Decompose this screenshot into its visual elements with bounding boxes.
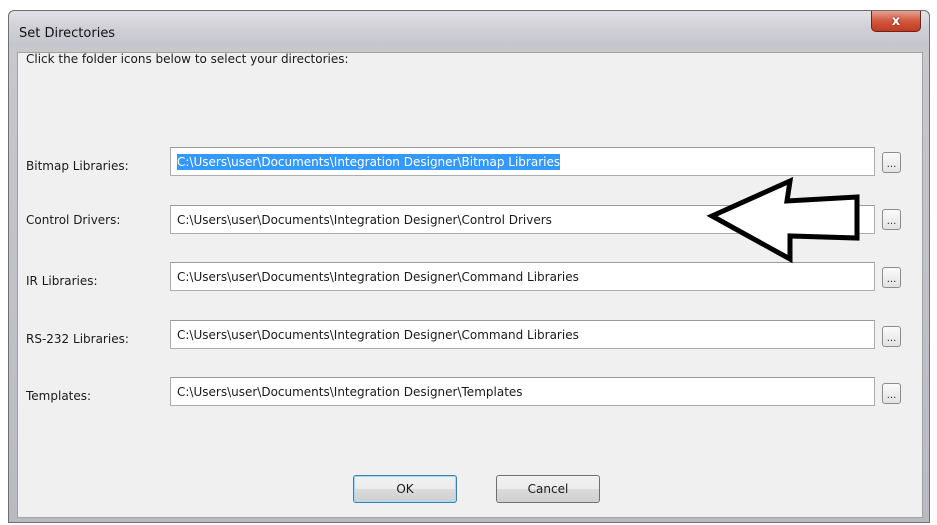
annotation-arrow-icon: [706, 176, 860, 264]
left-arrow-shape: [706, 176, 860, 264]
